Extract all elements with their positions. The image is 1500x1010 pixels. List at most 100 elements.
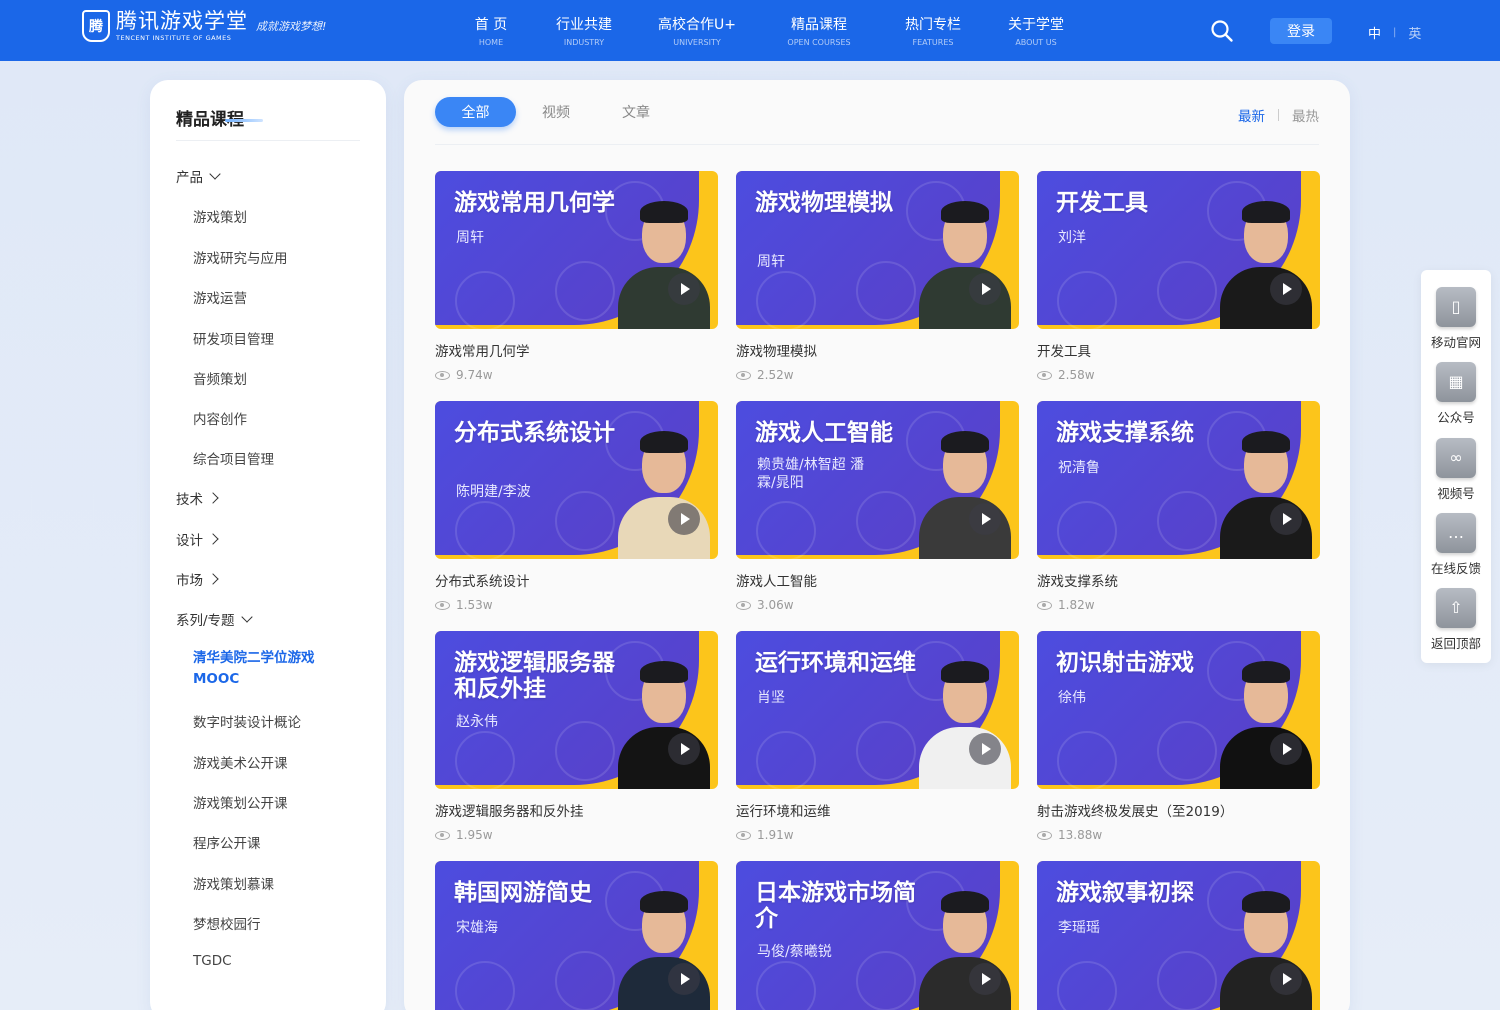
lang-chinese[interactable]: 中 bbox=[1368, 23, 1381, 42]
qrcode-icon: ▦ bbox=[1436, 362, 1476, 402]
sort-hottest[interactable]: 最热 bbox=[1292, 105, 1319, 125]
sidebar-item[interactable]: 游戏美术公开课 bbox=[193, 752, 288, 772]
nav-industry[interactable]: 行业共建 INDUSTRY bbox=[538, 14, 630, 47]
tab-video[interactable]: 视频 bbox=[542, 97, 570, 127]
course-thumbnail[interactable]: 游戏常用几何学 周轩 bbox=[435, 171, 718, 329]
course-card[interactable]: 游戏常用几何学 周轩游戏常用几何学 9.74w bbox=[435, 171, 718, 382]
course-card[interactable]: 游戏支撑系统 祝清鲁 游戏支撑系统 1.82w bbox=[1037, 401, 1320, 612]
play-icon[interactable] bbox=[668, 503, 700, 535]
nav-features[interactable]: 热门专栏 FEATURES bbox=[878, 14, 988, 47]
course-thumbnail[interactable]: 游戏叙事初探 李瑶瑶 bbox=[1037, 861, 1320, 1010]
course-card[interactable]: 运行环境和运维 肖坚 运行环境和运维 1.91w bbox=[736, 631, 1019, 842]
login-button[interactable]: 登录 bbox=[1270, 18, 1332, 44]
sidebar-title: 精品课程 bbox=[176, 110, 244, 130]
sidebar-item[interactable]: 音频策划 bbox=[193, 368, 247, 388]
play-icon[interactable] bbox=[1270, 963, 1302, 995]
sidebar-item[interactable]: 梦想校园行 bbox=[193, 913, 261, 933]
thumbnail-speaker: 刘洋 bbox=[1058, 230, 1086, 246]
sidebar-item[interactable]: 程序公开课 bbox=[193, 832, 261, 852]
sidebar-item[interactable]: 研发项目管理 bbox=[193, 328, 274, 348]
sidebar-item[interactable]: 游戏研究与应用 bbox=[193, 247, 288, 267]
sidebar-group-product[interactable]: 产品 bbox=[176, 166, 221, 186]
course-thumbnail[interactable]: 游戏逻辑服务器和反外挂 赵永伟 bbox=[435, 631, 718, 789]
tool-back-to-top[interactable]: ⇧ 返回顶部 bbox=[1421, 588, 1491, 652]
sidebar-item[interactable]: 内容创作 bbox=[193, 408, 247, 428]
tool-label: 返回顶部 bbox=[1430, 636, 1481, 651]
sidebar-group-design[interactable]: 设计 bbox=[176, 529, 219, 549]
course-thumbnail[interactable]: 游戏物理模拟 周轩 bbox=[736, 171, 1019, 329]
course-card[interactable]: 韩国网游简史 宋雄海 bbox=[435, 861, 718, 1010]
course-card[interactable]: 游戏叙事初探 李瑶瑶 bbox=[1037, 861, 1320, 1010]
sidebar-group-market[interactable]: 市场 bbox=[176, 569, 219, 589]
sidebar-item[interactable]: 游戏运营 bbox=[193, 287, 247, 307]
course-title[interactable]: 游戏物理模拟 bbox=[736, 340, 1019, 360]
play-icon[interactable] bbox=[1270, 273, 1302, 305]
play-icon[interactable] bbox=[969, 963, 1001, 995]
course-thumbnail[interactable]: 游戏支撑系统 祝清鲁 bbox=[1037, 401, 1320, 559]
course-title[interactable]: 射击游戏终极发展史（至2019） bbox=[1037, 800, 1320, 820]
course-title[interactable]: 游戏人工智能 bbox=[736, 570, 1019, 590]
tool-feedback[interactable]: … 在线反馈 bbox=[1421, 513, 1491, 577]
search-icon[interactable] bbox=[1210, 19, 1234, 43]
course-thumbnail[interactable]: 运行环境和运维 肖坚 bbox=[736, 631, 1019, 789]
course-title[interactable]: 游戏逻辑服务器和反外挂 bbox=[435, 800, 718, 820]
sidebar-item[interactable]: 游戏策划慕课 bbox=[193, 873, 274, 893]
course-thumbnail[interactable]: 分布式系统设计 陈明建/李波 bbox=[435, 401, 718, 559]
course-card[interactable]: 日本游戏市场简介 马俊/蔡曦锐 bbox=[736, 861, 1019, 1010]
nav-about[interactable]: 关于学堂 ABOUT US bbox=[990, 14, 1082, 47]
nav-home[interactable]: 首 页 HOME bbox=[448, 14, 534, 47]
thumbnail-title: 游戏物理模拟 bbox=[755, 190, 893, 216]
eye-icon bbox=[736, 600, 751, 610]
course-title[interactable]: 开发工具 bbox=[1037, 340, 1320, 360]
sidebar-group-series[interactable]: 系列/专题 bbox=[176, 609, 253, 629]
play-icon[interactable] bbox=[969, 503, 1001, 535]
nav-sublabel: INDUSTRY bbox=[563, 38, 605, 47]
course-title[interactable]: 分布式系统设计 bbox=[435, 570, 718, 590]
thumbnail-speaker: 马俊/蔡曦锐 bbox=[757, 944, 832, 960]
lang-english[interactable]: 英 bbox=[1408, 23, 1421, 42]
play-icon[interactable] bbox=[668, 733, 700, 765]
course-thumbnail[interactable]: 初识射击游戏 徐伟 bbox=[1037, 631, 1320, 789]
site-logo[interactable]: 腾 腾讯游戏学堂 TENCENT INSTITUTE OF GAMES 成就游戏… bbox=[82, 10, 326, 42]
course-card[interactable]: 游戏人工智能 赖贵雄/林智超 潘霖/晁阳游戏人工智能 3.06w bbox=[736, 401, 1019, 612]
course-thumbnail[interactable]: 游戏人工智能 赖贵雄/林智超 潘霖/晁阳 bbox=[736, 401, 1019, 559]
course-title[interactable]: 游戏常用几何学 bbox=[435, 340, 718, 360]
course-title[interactable]: 游戏支撑系统 bbox=[1037, 570, 1320, 590]
sidebar-item[interactable]: TGDC bbox=[193, 953, 232, 969]
play-icon[interactable] bbox=[969, 733, 1001, 765]
thumbnail-decoration bbox=[455, 271, 515, 329]
course-views: 9.74w bbox=[435, 368, 718, 382]
course-card[interactable]: 游戏逻辑服务器和反外挂 赵永伟 游戏逻辑服务器和反外挂 1.95w bbox=[435, 631, 718, 842]
tab-all[interactable]: 全部 bbox=[435, 97, 516, 127]
course-title[interactable]: 运行环境和运维 bbox=[736, 800, 1019, 820]
tab-article[interactable]: 文章 bbox=[622, 97, 650, 127]
thumbnail-title: 游戏支撑系统 bbox=[1056, 420, 1194, 446]
sidebar-item[interactable]: 综合项目管理 bbox=[193, 448, 274, 468]
view-count: 3.06w bbox=[757, 598, 794, 612]
sidebar-item-active[interactable]: 清华美院二学位游戏MOOC bbox=[193, 648, 343, 690]
play-icon[interactable] bbox=[668, 273, 700, 305]
tool-official-account[interactable]: ▦ 公众号 bbox=[1421, 362, 1491, 426]
course-card[interactable]: 游戏物理模拟 周轩 游戏物理模拟 2.52w bbox=[736, 171, 1019, 382]
course-thumbnail[interactable]: 韩国网游简史 宋雄海 bbox=[435, 861, 718, 1010]
course-thumbnail[interactable]: 开发工具 刘洋 bbox=[1037, 171, 1320, 329]
tool-mobile-site[interactable]: ▯ 移动官网 bbox=[1421, 287, 1491, 351]
tool-video-channel[interactable]: ∞ 视频号 bbox=[1421, 438, 1491, 502]
play-icon[interactable] bbox=[1270, 733, 1302, 765]
chevron-down-icon bbox=[209, 167, 221, 180]
speaker-hair bbox=[941, 891, 989, 913]
sidebar-item[interactable]: 游戏策划公开课 bbox=[193, 792, 288, 812]
play-icon[interactable] bbox=[668, 963, 700, 995]
sidebar-item[interactable]: 数字时装设计概论 bbox=[193, 711, 301, 731]
play-icon[interactable] bbox=[969, 273, 1001, 305]
course-card[interactable]: 初识射击游戏 徐伟 射击游戏终极发展史（至2019） 13.88w bbox=[1037, 631, 1320, 842]
nav-open-courses[interactable]: 精品课程 OPEN COURSES bbox=[762, 14, 876, 47]
play-icon[interactable] bbox=[1270, 503, 1302, 535]
nav-university[interactable]: 高校合作U+ UNIVERSITY bbox=[634, 14, 760, 47]
sort-newest[interactable]: 最新 bbox=[1238, 105, 1265, 125]
course-card[interactable]: 分布式系统设计 陈明建/李波 分布式系统设计 1.53w bbox=[435, 401, 718, 612]
course-card[interactable]: 开发工具 刘洋 开发工具 2.58w bbox=[1037, 171, 1320, 382]
course-thumbnail[interactable]: 日本游戏市场简介 马俊/蔡曦锐 bbox=[736, 861, 1019, 1010]
sidebar-item[interactable]: 游戏策划 bbox=[193, 206, 247, 226]
sidebar-group-tech[interactable]: 技术 bbox=[176, 488, 219, 508]
